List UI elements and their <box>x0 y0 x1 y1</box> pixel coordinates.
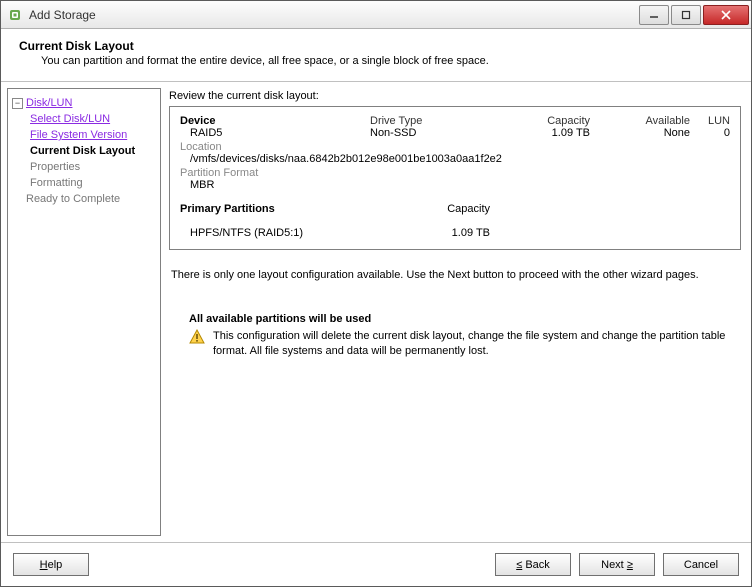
device-row: RAID5 Non-SSD 1.09 TB None 0 <box>180 127 730 139</box>
warning-icon <box>189 329 205 345</box>
wizard-header: Current Disk Layout You can partition an… <box>1 29 751 82</box>
next-label: Next <box>601 559 624 571</box>
minimize-button[interactable] <box>639 5 669 25</box>
device-header: Device <box>180 115 370 127</box>
titlebar: Add Storage <box>1 1 751 29</box>
nav-item-select-disk[interactable]: Select Disk/LUN <box>12 111 156 127</box>
warning-block: All available partitions will be used Th… <box>189 313 737 359</box>
nav-item-label: Current Disk Layout <box>30 143 135 159</box>
nav-item-current-disk-layout[interactable]: Current Disk Layout <box>12 143 156 159</box>
partition-format-value: MBR <box>180 179 730 191</box>
capacity-value: 1.09 TB <box>490 127 590 139</box>
nav-root[interactable]: − Disk/LUN <box>12 95 156 111</box>
warning-title: All available partitions will be used <box>189 313 737 325</box>
available-header: Available <box>590 115 690 127</box>
next-button[interactable]: Next ≥ <box>579 553 655 576</box>
location-label: Location <box>180 141 730 153</box>
wizard-body: − Disk/LUN Select Disk/LUN File System V… <box>1 82 751 542</box>
maximize-button[interactable] <box>671 5 701 25</box>
available-value: None <box>590 127 690 139</box>
add-storage-window: Add Storage Current Disk Layout You can … <box>0 0 752 587</box>
nav-root-label[interactable]: Disk/LUN <box>26 95 72 111</box>
nav-item-formatting: Formatting <box>12 175 156 191</box>
partition-format-label: Partition Format <box>180 167 730 179</box>
page-description: You can partition and format the entire … <box>41 55 733 67</box>
help-label-rest: elp <box>48 559 63 571</box>
back-button[interactable]: ≤ Back <box>495 553 571 576</box>
app-icon <box>7 7 23 23</box>
drive-type-value: Non-SSD <box>370 127 490 139</box>
wizard-footer: Help ≤ Back Next ≥ Cancel <box>1 542 751 586</box>
cancel-button[interactable]: Cancel <box>663 553 739 576</box>
lun-header: LUN <box>690 115 730 127</box>
drive-type-header: Drive Type <box>370 115 490 127</box>
primary-partitions-header: Primary Partitions <box>180 203 370 215</box>
nav-item-label[interactable]: File System Version <box>30 127 127 143</box>
device-name: RAID5 <box>180 127 370 139</box>
nav-item-ready: Ready to Complete <box>12 191 156 207</box>
primary-partition-capacity: 1.09 TB <box>370 227 490 239</box>
nav-item-label: Properties <box>30 159 80 175</box>
window-title: Add Storage <box>29 8 637 22</box>
nav-item-properties: Properties <box>12 159 156 175</box>
cancel-label: Cancel <box>684 559 718 571</box>
primary-row: HPFS/NTFS (RAID5:1) 1.09 TB <box>180 227 730 239</box>
nav-item-label[interactable]: Select Disk/LUN <box>30 111 110 127</box>
nav-item-label: Formatting <box>30 175 83 191</box>
nav-item-label: Ready to Complete <box>26 191 120 207</box>
device-header-row: Device Drive Type Capacity Available LUN <box>180 115 730 127</box>
back-label: Back <box>525 559 549 571</box>
location-path: /vmfs/devices/disks/naa.6842b2b012e98e00… <box>180 153 730 165</box>
warning-text: This configuration will delete the curre… <box>213 329 737 359</box>
tree-collapse-icon[interactable]: − <box>12 98 23 109</box>
page-title: Current Disk Layout <box>19 39 733 53</box>
primary-partition-name: HPFS/NTFS (RAID5:1) <box>180 227 370 239</box>
primary-header-row: Primary Partitions Capacity <box>180 203 730 215</box>
window-controls <box>637 5 749 25</box>
review-label: Review the current disk layout: <box>169 90 741 102</box>
help-button[interactable]: Help <box>13 553 89 576</box>
wizard-content: Review the current disk layout: Device D… <box>169 88 741 536</box>
disk-layout-box: Device Drive Type Capacity Available LUN… <box>169 106 741 250</box>
wizard-nav: − Disk/LUN Select Disk/LUN File System V… <box>7 88 161 536</box>
primary-capacity-header: Capacity <box>370 203 490 215</box>
capacity-header: Capacity <box>490 115 590 127</box>
layout-info-text: There is only one layout configuration a… <box>171 268 739 283</box>
close-button[interactable] <box>703 5 749 25</box>
lun-value: 0 <box>690 127 730 139</box>
nav-item-file-system-version[interactable]: File System Version <box>12 127 156 143</box>
